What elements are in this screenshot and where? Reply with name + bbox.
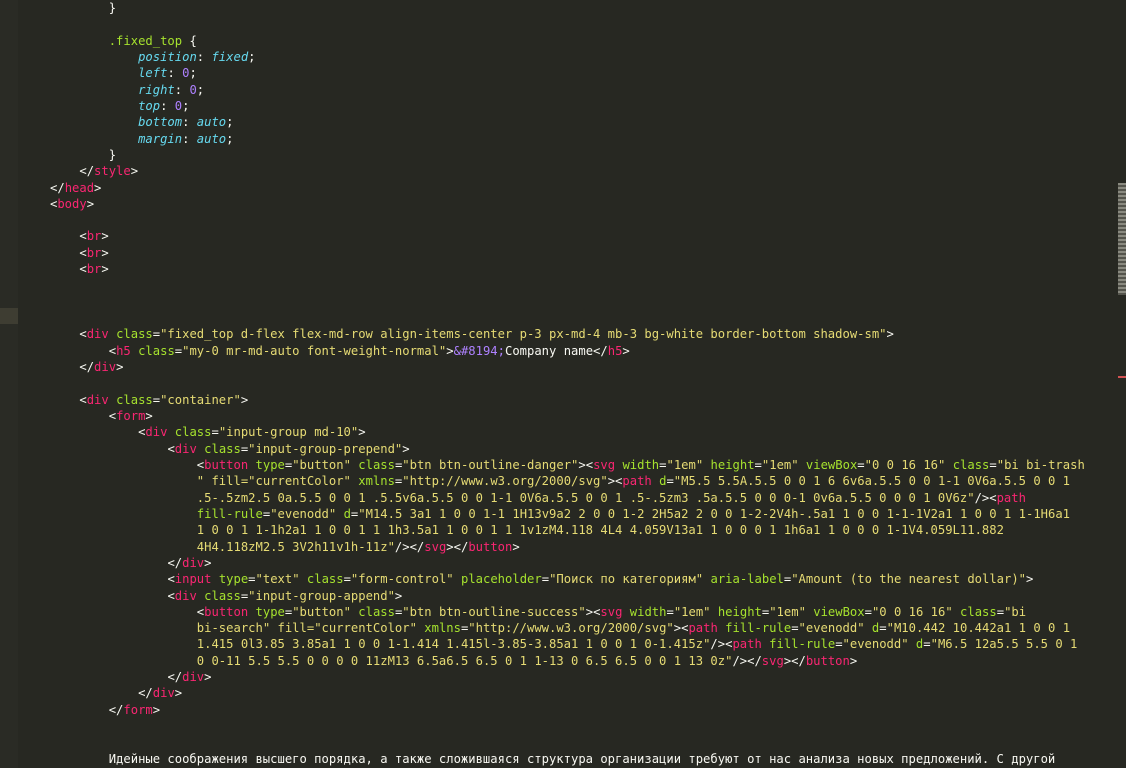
code-line[interactable]: </head> [50, 180, 101, 196]
code-line[interactable]: <input type="text" class="form-control" … [167, 571, 1033, 587]
code-line[interactable]: bottom: auto; [138, 114, 233, 130]
code-line[interactable]: .fixed_top { [109, 33, 197, 49]
code-line[interactable]: 1 0 0 1 1-1h2a1 1 0 0 1 1 1h3.5a1 1 0 0 … [197, 522, 1004, 538]
code-line[interactable]: <div class="input-group md-10"> [138, 424, 366, 440]
code-line[interactable]: } [109, 147, 116, 163]
code-line[interactable]: right: 0; [138, 82, 204, 98]
code-line[interactable]: 4H4.118zM2.5 3V2h11v1h-11z"/></svg></but… [197, 539, 520, 555]
code-line[interactable]: <button type="button" class="btn btn-out… [197, 457, 1085, 473]
code-line[interactable]: <body> [50, 196, 94, 212]
code-line[interactable]: </div> [79, 359, 123, 375]
code-line[interactable]: 1.415 0l3.85 3.85a1 1 0 0 1-1.414 1.415l… [197, 636, 1078, 652]
code-line[interactable]: margin: auto; [138, 131, 233, 147]
code-line[interactable]: top: 0; [138, 98, 189, 114]
code-line[interactable]: } [109, 0, 116, 16]
code-line[interactable]: <br> [79, 228, 108, 244]
code-line[interactable]: <div class="container"> [79, 392, 248, 408]
code-line[interactable]: <button type="button" class="btn btn-out… [197, 604, 1026, 620]
minimap-scrollbar[interactable] [1118, 183, 1126, 295]
code-line[interactable]: Идейные соображения высшего порядка, а т… [109, 751, 1056, 767]
code-line[interactable]: </div> [138, 685, 182, 701]
code-line[interactable]: fill-rule="evenodd" d="M14.5 3a1 1 0 0 1… [197, 506, 1070, 522]
code-line[interactable]: <form> [109, 408, 153, 424]
code-line[interactable]: " fill="currentColor" xmlns="http://www.… [197, 473, 1070, 489]
editor-gutter [0, 0, 18, 768]
code-line[interactable]: <div class="fixed_top d-flex flex-md-row… [79, 326, 894, 342]
code-line[interactable]: left: 0; [138, 65, 197, 81]
code-line[interactable]: <div class="input-group-append"> [167, 588, 402, 604]
code-line[interactable]: </div> [167, 669, 211, 685]
code-line[interactable]: <br> [79, 261, 108, 277]
current-line-marker [0, 308, 18, 324]
code-line[interactable]: 0 0-11 5.5 5.5 0 0 0 0 11zM13 6.5a6.5 6.… [197, 653, 857, 669]
code-line[interactable]: position: fixed; [138, 49, 255, 65]
code-line[interactable]: bi-search" fill="currentColor" xmlns="ht… [197, 620, 1070, 636]
minimap-error-marker [1118, 376, 1126, 378]
code-line[interactable]: </form> [109, 702, 160, 718]
code-editor[interactable]: } .fixed_top {position: fixed; left: 0; rig… [50, 0, 1120, 768]
code-line[interactable]: <div class="input-group-prepend"> [167, 441, 409, 457]
code-line[interactable]: </style> [79, 163, 138, 179]
code-line[interactable]: </div> [167, 555, 211, 571]
code-line[interactable]: <br> [79, 245, 108, 261]
code-line[interactable]: <h5 class="my-0 mr-md-auto font-weight-n… [109, 343, 630, 359]
code-line[interactable]: .5-.5zm2.5 0a.5.5 0 0 1 .5.5v6a.5.5 0 0 … [197, 490, 1026, 506]
